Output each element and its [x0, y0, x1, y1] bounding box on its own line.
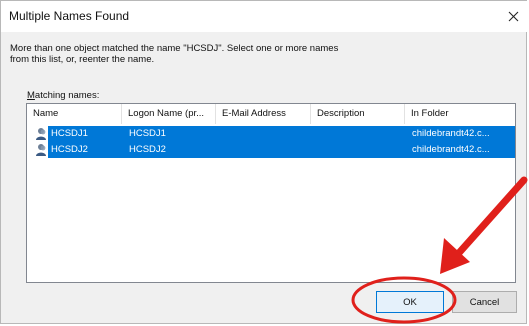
cell-email [221, 142, 311, 158]
multiple-names-dialog: Multiple Names Found More than one objec… [0, 0, 528, 324]
close-button[interactable] [498, 1, 528, 32]
column-header-name[interactable]: Name [27, 104, 122, 124]
column-header-in-folder[interactable]: In Folder [405, 104, 515, 124]
cell-email [221, 126, 311, 142]
table-row[interactable]: HCSDJ2 HCSDJ2 childebrandt42.c... [27, 142, 515, 158]
cell-description [316, 142, 406, 158]
ok-button[interactable]: OK [376, 291, 444, 313]
column-header-email[interactable]: E-Mail Address [216, 104, 311, 124]
title-bar: Multiple Names Found [1, 1, 528, 32]
list-header: Name Logon Name (pr... E-Mail Address De… [27, 104, 515, 124]
close-icon [508, 11, 518, 22]
matching-names-list[interactable]: Name Logon Name (pr... E-Mail Address De… [26, 103, 516, 283]
cancel-button[interactable]: Cancel [452, 291, 517, 313]
cell-name: HCSDJ1 [51, 128, 88, 139]
cell-description [316, 126, 406, 142]
user-icon [36, 144, 46, 156]
cell-logon-name: HCSDJ1 [129, 128, 166, 139]
cell-logon-name: HCSDJ2 [129, 144, 166, 155]
matching-names-label-text: atching names: [34, 90, 100, 101]
table-row[interactable]: HCSDJ1 HCSDJ1 childebrandt42.c... [27, 126, 515, 142]
dialog-title: Multiple Names Found [9, 9, 130, 23]
dialog-message: More than one object matched the name "H… [10, 43, 390, 65]
column-header-description[interactable]: Description [311, 104, 405, 124]
cell-in-folder: childebrandt42.c... [412, 128, 490, 139]
user-icon [36, 128, 46, 140]
message-line-2: from this list, or, reenter the name. [10, 54, 155, 65]
cell-in-folder: childebrandt42.c... [412, 144, 490, 155]
cell-name: HCSDJ2 [51, 144, 88, 155]
column-header-logon-name[interactable]: Logon Name (pr... [122, 104, 216, 124]
message-line-1: More than one object matched the name "H… [10, 43, 339, 54]
matching-names-label: Matching names: [27, 90, 99, 101]
matching-names-accel: M [27, 90, 35, 101]
